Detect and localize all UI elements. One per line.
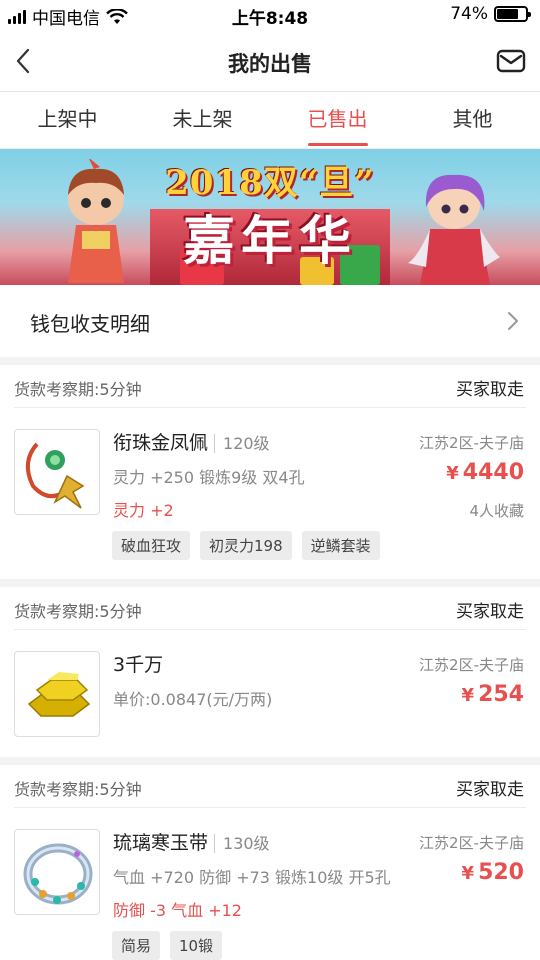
nav-bar: 我的出售 [0,30,540,92]
order-card-header: 货款考察期:5分钟 买家取走 [14,365,526,408]
banner-title-line2: 嘉年华 [182,211,357,272]
item-server: 江苏2区-夫子庙 [419,434,524,452]
gold-ingot-icon [27,672,91,717]
item-level: 130级 [214,834,270,853]
item-attributes: 气血 +720 防御 +73 锻炼10级 开5孔 [113,868,391,887]
payment-period: 货款考察期:5分钟 [14,602,142,621]
banner-title-line1: 2018双“旦” [165,163,375,203]
item-name: 衔珠金凤佩 120级 [113,428,270,455]
page-title: 我的出售 [228,52,312,76]
item-price: ¥254 [462,682,524,707]
item-tag: 破血狂攻 [112,531,191,560]
pendant-icon [25,442,85,509]
item-thumbnail [14,829,100,915]
payment-period: 货款考察期:5分钟 [14,380,142,399]
mail-icon[interactable] [496,47,526,75]
chevron-right-icon [508,312,518,330]
item-price: ¥4440 [446,460,524,485]
order-status: 买家取走 [456,602,524,622]
item-name: 3千万 [113,654,164,676]
order-card-header: 货款考察期:5分钟 买家取走 [14,587,526,630]
tab-bar: 上架中 未上架 已售出 其他 [0,92,540,149]
item-tags: 破血狂攻 初灵力198 逆鳞套装 [112,531,380,560]
currency-symbol: ¥ [461,863,475,884]
order-status: 买家取走 [456,380,524,400]
item-name: 琉璃寒玉带 130级 [113,828,270,855]
battery-percent: 74% [450,4,488,24]
tab-unlisted[interactable]: 未上架 [135,92,270,148]
order-card[interactable]: 货款考察期:5分钟 买家取走 3千万 江苏2区-夫子庙 单价:0.0847(元/… [0,587,540,757]
tab-listed[interactable]: 上架中 [0,92,135,148]
item-server: 江苏2区-夫子庙 [419,656,524,674]
order-card-header: 货款考察期:5分钟 买家取走 [14,765,526,808]
currency-symbol: ¥ [446,463,459,484]
item-bonus-attributes: 防御 -3 气血 +12 [113,901,242,920]
favorite-count: 4人收藏 [469,502,524,520]
item-attributes: 灵力 +250 锻炼9级 双4孔 [113,468,305,487]
price-value: 4440 [462,460,524,485]
item-thumbnail [14,651,100,737]
battery-icon [494,6,531,22]
price-value: 520 [478,860,524,885]
item-bonus-attributes: 灵力 +2 [113,501,174,520]
item-thumbnail [14,429,100,515]
item-tag: 初灵力198 [200,531,292,560]
order-card[interactable]: 货款考察期:5分钟 买家取走 琉璃寒玉带 130级 江苏2区-夫子庙 气血 +72… [0,765,540,960]
promo-banner[interactable]: 2018双“旦” 嘉年华 [0,149,540,285]
item-unit-price: 单价:0.0847(元/万两) [113,690,273,709]
tab-other[interactable]: 其他 [405,92,540,148]
order-status: 买家取走 [456,780,524,800]
status-bar: 中国电信 上午8:48 74% [0,0,540,30]
item-name-text: 琉璃寒玉带 [113,832,209,854]
wallet-details-label: 钱包收支明细 [30,312,150,336]
item-tag: 简易 [112,931,161,960]
jade-belt-icon [23,843,93,905]
item-server: 江苏2区-夫子庙 [419,834,524,852]
payment-period: 货款考察期:5分钟 [14,780,142,799]
item-price: ¥520 [462,860,524,885]
price-value: 254 [478,682,524,707]
item-tag: 10锻 [170,931,223,960]
currency-symbol: ¥ [461,685,475,706]
wallet-details-row[interactable]: 钱包收支明细 [0,285,540,357]
item-tag: 逆鳞套装 [301,531,380,560]
tab-sold[interactable]: 已售出 [270,92,405,148]
item-level: 120级 [214,434,270,453]
item-tags: 简易 10锻 [112,931,223,960]
order-card[interactable]: 货款考察期:5分钟 买家取走 衔珠金凤佩 120级 江苏2区-夫子庙 灵力 +25… [0,365,540,579]
item-name-text: 衔珠金凤佩 [113,432,209,454]
